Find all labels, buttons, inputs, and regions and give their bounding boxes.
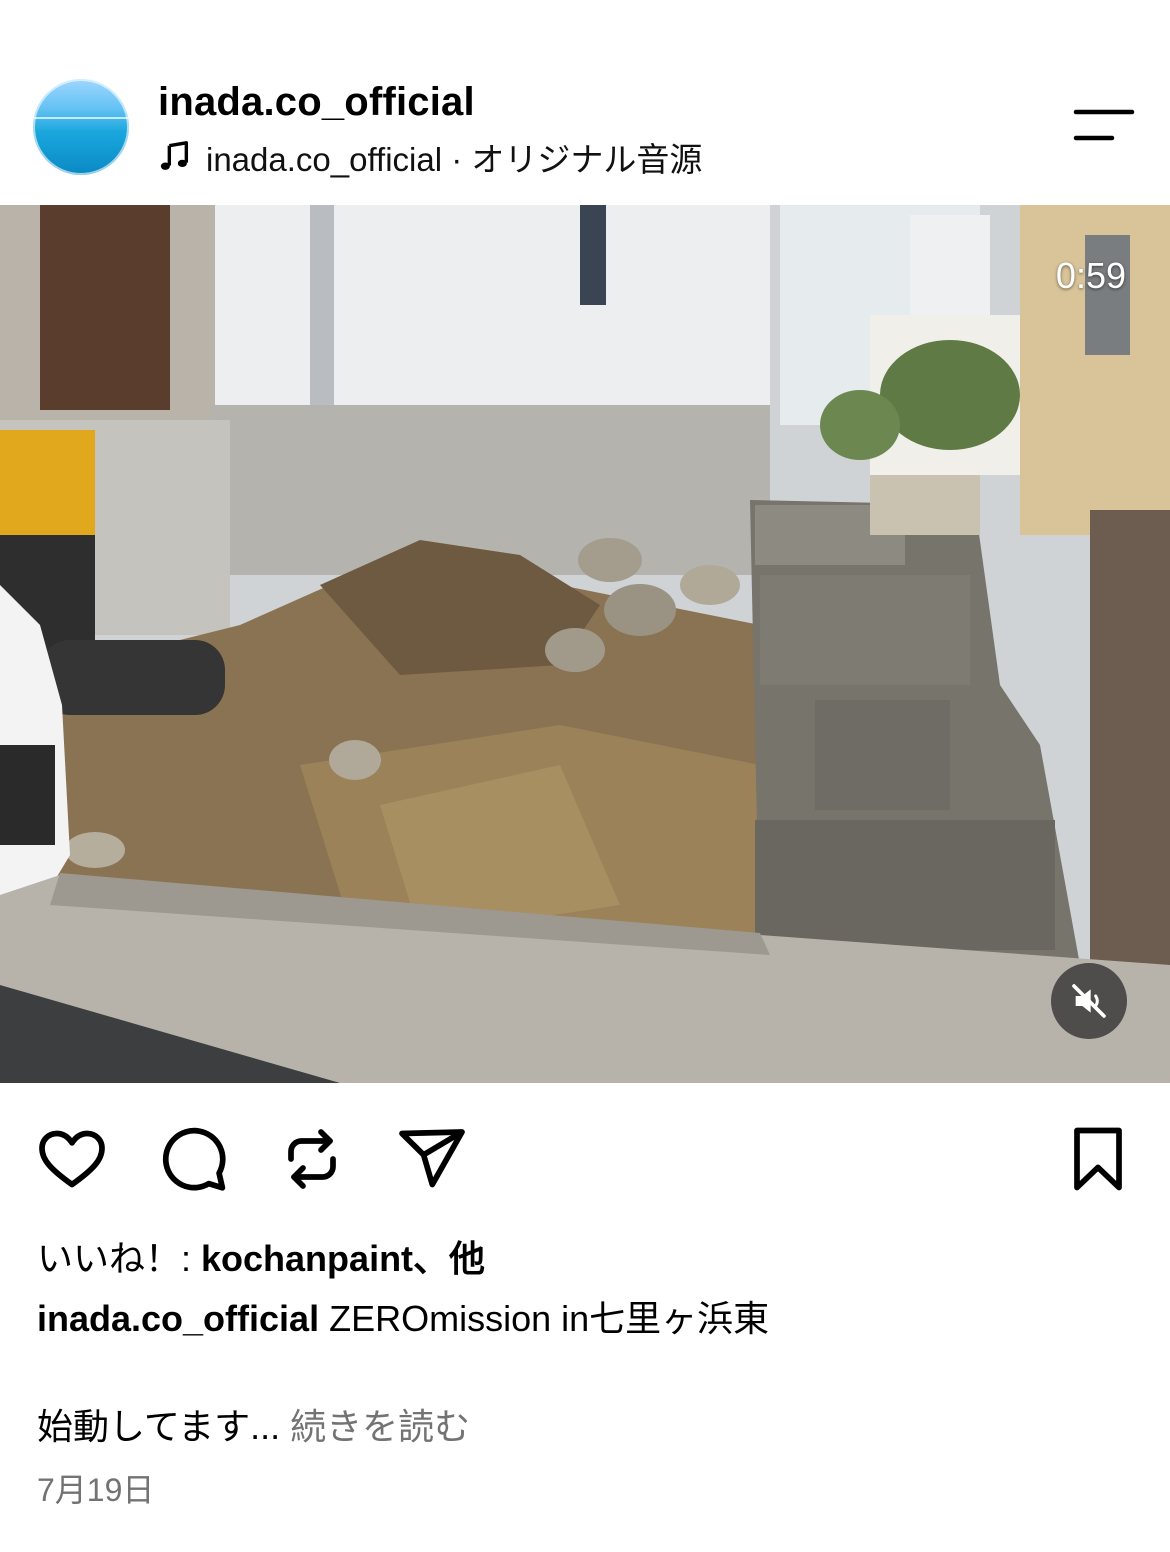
caption-text: ZEROmission in七里ヶ浜東 [319, 1298, 770, 1339]
likes-suffix: 、他 [413, 1238, 486, 1279]
repost-icon[interactable] [276, 1123, 348, 1195]
music-note-icon [160, 141, 189, 170]
post-username[interactable]: inada.co_official [158, 80, 475, 125]
post-actions [0, 1083, 1170, 1233]
post-caption: inada.co_official ZEROmission in七里ヶ浜東 [37, 1290, 769, 1342]
likes-summary[interactable]: いいね！: kochanpaint、他 [37, 1230, 485, 1282]
caption-continued: 始動してます... 続きを読む [37, 1398, 470, 1450]
post-header: inada.co_official inada.co_official · オリ… [0, 0, 1170, 205]
audio-label: inada.co_official · オリジナル音源 [206, 141, 703, 178]
likes-prefix: いいね！: [37, 1238, 202, 1279]
mute-button[interactable] [1051, 963, 1127, 1039]
read-more-link[interactable]: 続きを読む [290, 1406, 470, 1447]
muted-speaker-icon [1072, 984, 1106, 1018]
send-icon[interactable] [396, 1123, 468, 1195]
video-timer: 0:59 [1055, 255, 1126, 296]
caption-line2: 始動してます... [37, 1406, 291, 1447]
video-frame [0, 205, 1170, 1083]
comment-icon[interactable] [157, 1123, 229, 1195]
profile-avatar[interactable] [33, 79, 129, 175]
post-video[interactable]: 0:59 [0, 205, 1170, 1083]
likes-user[interactable]: kochanpaint [201, 1238, 413, 1279]
caption-username[interactable]: inada.co_official [37, 1298, 319, 1339]
heart-icon[interactable] [36, 1123, 108, 1195]
audio-attribution[interactable]: inada.co_official · オリジナル音源 [158, 137, 702, 178]
menu-icon[interactable] [1072, 108, 1136, 142]
post-date: 7月19日 [37, 1472, 155, 1508]
bookmark-icon[interactable] [1062, 1123, 1134, 1195]
